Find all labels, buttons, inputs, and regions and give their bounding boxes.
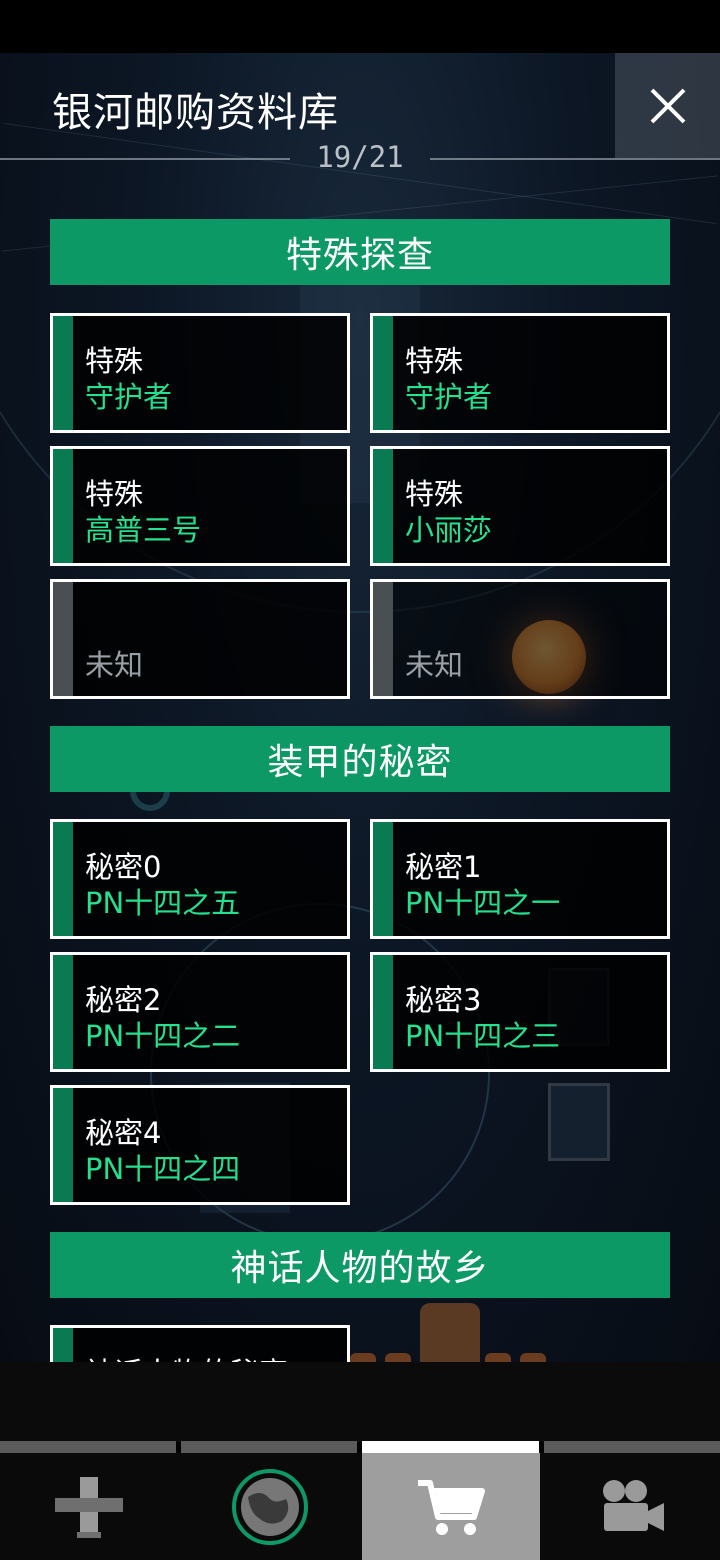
- card-name: 守护者: [85, 380, 173, 414]
- card-stripe: [373, 316, 393, 430]
- scroll-clip: 神话人物的秘密: [0, 1325, 720, 1362]
- section-header-special-probe: 特殊探查: [50, 219, 670, 285]
- cart-icon: [418, 1479, 485, 1535]
- card-stripe: [53, 822, 73, 936]
- card-name: PN十四之二: [85, 1019, 241, 1053]
- entry-card[interactable]: 特殊 小丽莎: [370, 446, 670, 566]
- section-header-myth-homeland: 神话人物的故乡: [50, 1232, 670, 1298]
- entry-card-locked[interactable]: 未知: [370, 579, 670, 699]
- header-divider-left: [0, 158, 290, 160]
- entry-card[interactable]: 特殊 守护者: [370, 313, 670, 433]
- card-stripe: [53, 316, 73, 430]
- tab-indicator: [0, 1441, 176, 1453]
- card-stripe: [53, 1328, 73, 1362]
- card-stripe: [53, 1088, 73, 1202]
- entry-card[interactable]: 秘密4 PN十四之四: [50, 1085, 350, 1205]
- nav-tab-replay[interactable]: [544, 1453, 720, 1560]
- entry-card[interactable]: 特殊 高普三号: [50, 446, 350, 566]
- card-name: 高普三号: [85, 513, 202, 547]
- planet-icon: [232, 1468, 308, 1545]
- card-stripe: [373, 449, 393, 563]
- nav-tab-upgrade[interactable]: [0, 1453, 178, 1560]
- card-name: 未知: [85, 648, 144, 682]
- card-stripe: [53, 582, 73, 696]
- card-name: PN十四之三: [405, 1019, 561, 1053]
- camera-icon: [603, 1479, 664, 1531]
- card-stripe: [53, 955, 73, 1069]
- card-name: 未知: [405, 648, 464, 682]
- collection-counter: 19/21: [316, 140, 404, 174]
- card-name: 小丽莎: [405, 513, 493, 547]
- entry-card[interactable]: 秘密2 PN十四之二: [50, 952, 350, 1072]
- card-stripe: [373, 822, 393, 936]
- card-category: 神话人物的秘密: [85, 1350, 288, 1362]
- tab-indicator: [544, 1441, 720, 1453]
- status-bar: [0, 0, 720, 53]
- close-button[interactable]: [615, 53, 720, 158]
- card-name: PN十四之五: [85, 886, 241, 920]
- card-stripe: [53, 449, 73, 563]
- page-title: 银河邮购资料库: [52, 90, 339, 136]
- tab-indicator: [181, 1441, 357, 1453]
- entry-card-locked[interactable]: 未知: [50, 579, 350, 699]
- card-name: PN十四之一: [405, 886, 561, 920]
- entry-card[interactable]: 秘密3 PN十四之三: [370, 952, 670, 1072]
- header-divider-right: [430, 158, 720, 160]
- card-name: PN十四之四: [85, 1152, 241, 1186]
- nav-tab-planet[interactable]: [181, 1453, 359, 1560]
- card-stripe: [373, 582, 393, 696]
- entry-card[interactable]: 秘密1 PN十四之一: [370, 819, 670, 939]
- close-icon: [650, 88, 685, 123]
- card-stripe: [373, 955, 393, 1069]
- entry-card[interactable]: 神话人物的秘密: [50, 1325, 350, 1362]
- upgrade-icon: [55, 1476, 123, 1538]
- nav-tab-shop[interactable]: [362, 1453, 540, 1560]
- section-header-armor-secrets: 装甲的秘密: [50, 726, 670, 792]
- entry-card[interactable]: 特殊 守护者: [50, 313, 350, 433]
- bottom-panel: [0, 1362, 720, 1442]
- entry-card[interactable]: 秘密0 PN十四之五: [50, 819, 350, 939]
- tab-indicator-active: [362, 1441, 539, 1453]
- card-name: 守护者: [405, 380, 493, 414]
